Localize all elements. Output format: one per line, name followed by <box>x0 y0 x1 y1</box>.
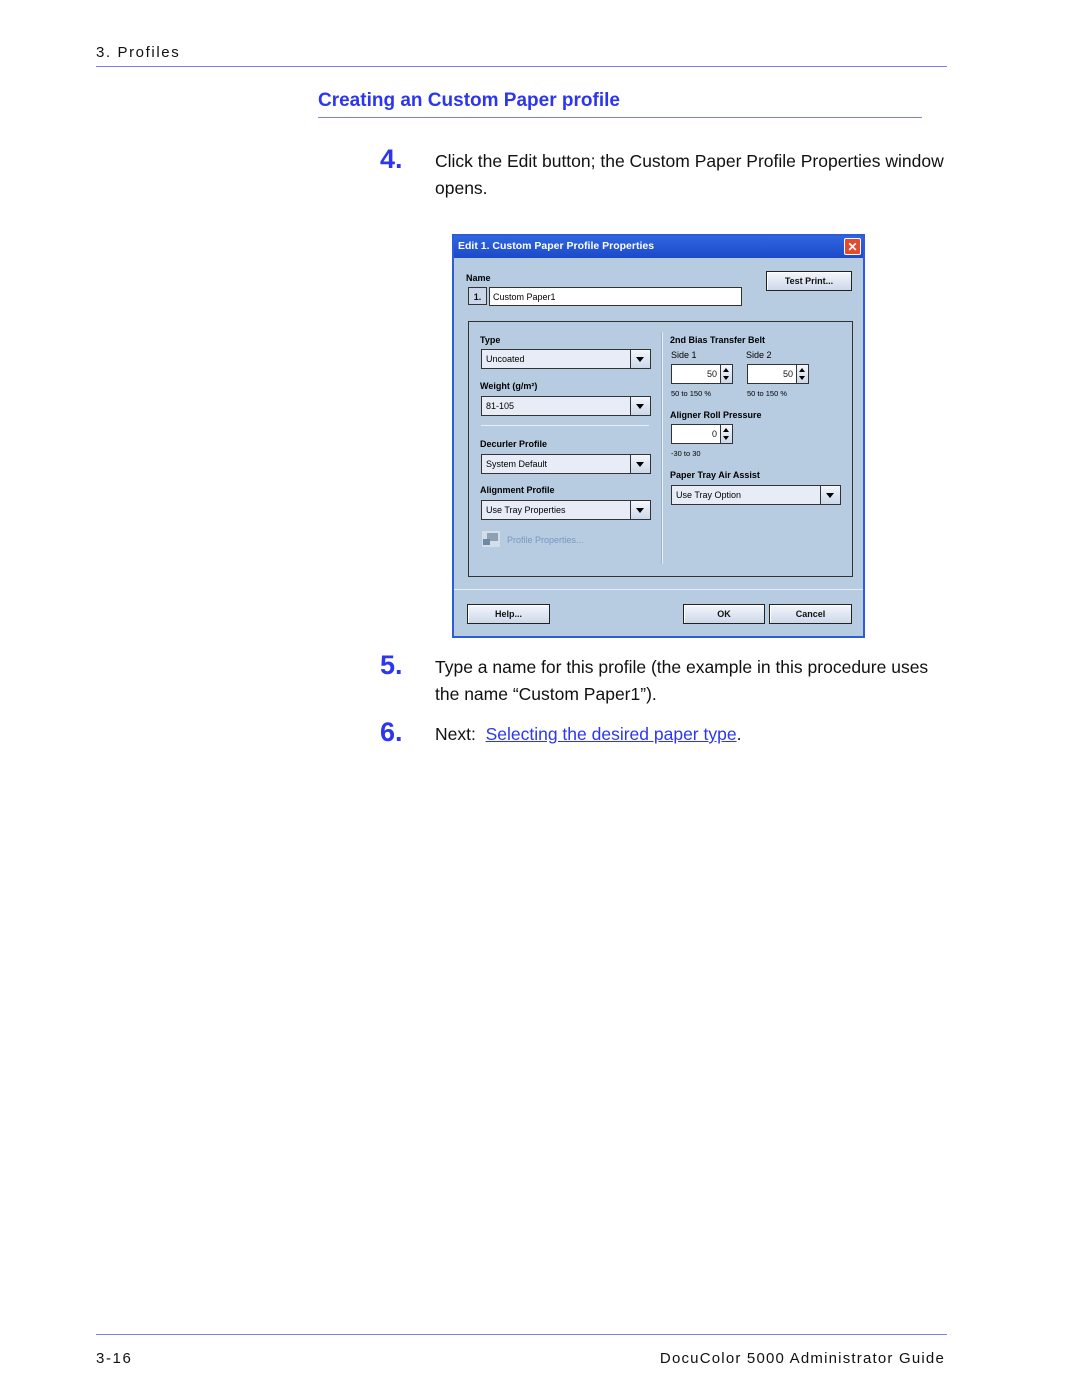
air-assist-dropdown[interactable]: Use Tray Option <box>671 485 841 505</box>
spinner-arrows-icon[interactable] <box>721 364 733 384</box>
settings-panel: Type Uncoated Weight (g/m²) 81-105 Decur… <box>468 321 853 577</box>
aligner-stepper[interactable]: 0 <box>671 424 733 444</box>
dialog-titlebar[interactable]: Edit 1. Custom Paper Profile Properties … <box>454 236 863 258</box>
step-prefix: Next: <box>435 724 486 744</box>
weight-label: Weight (g/m²) <box>480 381 538 391</box>
close-icon[interactable]: ✕ <box>844 238 861 255</box>
weight-dropdown[interactable]: 81-105 <box>481 396 651 416</box>
weight-value: 81-105 <box>486 401 515 411</box>
chevron-down-icon[interactable] <box>630 350 650 368</box>
profile-properties-icon <box>482 531 500 547</box>
page-number: 3-16 <box>96 1350 133 1367</box>
side1-range: 50 to 150 % <box>671 389 712 398</box>
type-value: Uncoated <box>486 354 525 364</box>
decurler-dropdown[interactable]: System Default <box>481 454 651 474</box>
step-number: 4. <box>380 144 403 174</box>
dialog-title: Edit 1. Custom Paper Profile Properties <box>458 240 655 252</box>
guide-title: DocuColor 5000 Administrator Guide <box>659 1350 945 1367</box>
test-print-button[interactable]: Test Print... <box>766 271 852 291</box>
cancel-button[interactable]: Cancel <box>769 604 852 624</box>
side1-stepper[interactable]: 50 <box>671 364 733 384</box>
section-rule <box>318 117 922 118</box>
ok-button[interactable]: OK <box>683 604 765 624</box>
running-head: 3. Profiles <box>96 44 181 61</box>
spinner-arrows-icon[interactable] <box>797 364 809 384</box>
bias-belt-label: 2nd Bias Transfer Belt <box>670 335 766 345</box>
header-rule <box>96 66 947 67</box>
aligner-label: Aligner Roll Pressure <box>670 410 762 420</box>
selecting-paper-type-link[interactable]: Selecting the desired paper type <box>486 724 737 744</box>
name-input[interactable] <box>489 287 742 306</box>
divider <box>454 589 863 590</box>
chevron-down-icon[interactable] <box>630 455 650 473</box>
alignment-value: Use Tray Properties <box>486 505 566 515</box>
help-button[interactable]: Help... <box>467 604 550 624</box>
step-text: Next: Selecting the desired paper type. <box>435 721 950 748</box>
step-number: 5. <box>380 650 403 680</box>
air-assist-label: Paper Tray Air Assist <box>670 470 760 480</box>
chevron-down-icon[interactable] <box>630 501 650 519</box>
decurler-label: Decurler Profile <box>480 439 548 449</box>
footer-rule <box>96 1334 947 1335</box>
side2-stepper[interactable]: 50 <box>747 364 809 384</box>
step-number: 6. <box>380 717 403 747</box>
divider <box>481 425 649 426</box>
alignment-label: Alignment Profile <box>480 485 555 495</box>
decurler-value: System Default <box>486 459 548 469</box>
aligner-value[interactable]: 0 <box>671 424 721 444</box>
step-text: Type a name for this profile (the exampl… <box>435 657 929 704</box>
side2-value[interactable]: 50 <box>747 364 797 384</box>
profile-properties-link[interactable]: Profile Properties... <box>507 535 584 545</box>
column-divider <box>661 332 663 564</box>
side2-range: 50 to 150 % <box>747 389 788 398</box>
air-assist-value: Use Tray Option <box>676 490 742 500</box>
step-text: Click the Edit button; the Custom Paper … <box>435 151 944 198</box>
side1-value[interactable]: 50 <box>671 364 721 384</box>
type-dropdown[interactable]: Uncoated <box>481 349 651 369</box>
alignment-dropdown[interactable]: Use Tray Properties <box>481 500 651 520</box>
section-title: Creating an Custom Paper profile <box>318 90 620 111</box>
side1-label: Side 1 <box>671 350 697 360</box>
chevron-down-icon[interactable] <box>630 397 650 415</box>
spinner-arrows-icon[interactable] <box>721 424 733 444</box>
name-label: Name <box>466 273 491 283</box>
name-number: 1. <box>468 287 487 305</box>
custom-paper-profile-dialog: Edit 1. Custom Paper Profile Properties … <box>452 234 865 638</box>
type-label: Type <box>480 335 501 345</box>
chevron-down-icon[interactable] <box>820 486 840 504</box>
step-suffix: . <box>736 724 742 744</box>
aligner-range: -30 to 30 <box>671 449 701 458</box>
side2-label: Side 2 <box>746 350 772 360</box>
